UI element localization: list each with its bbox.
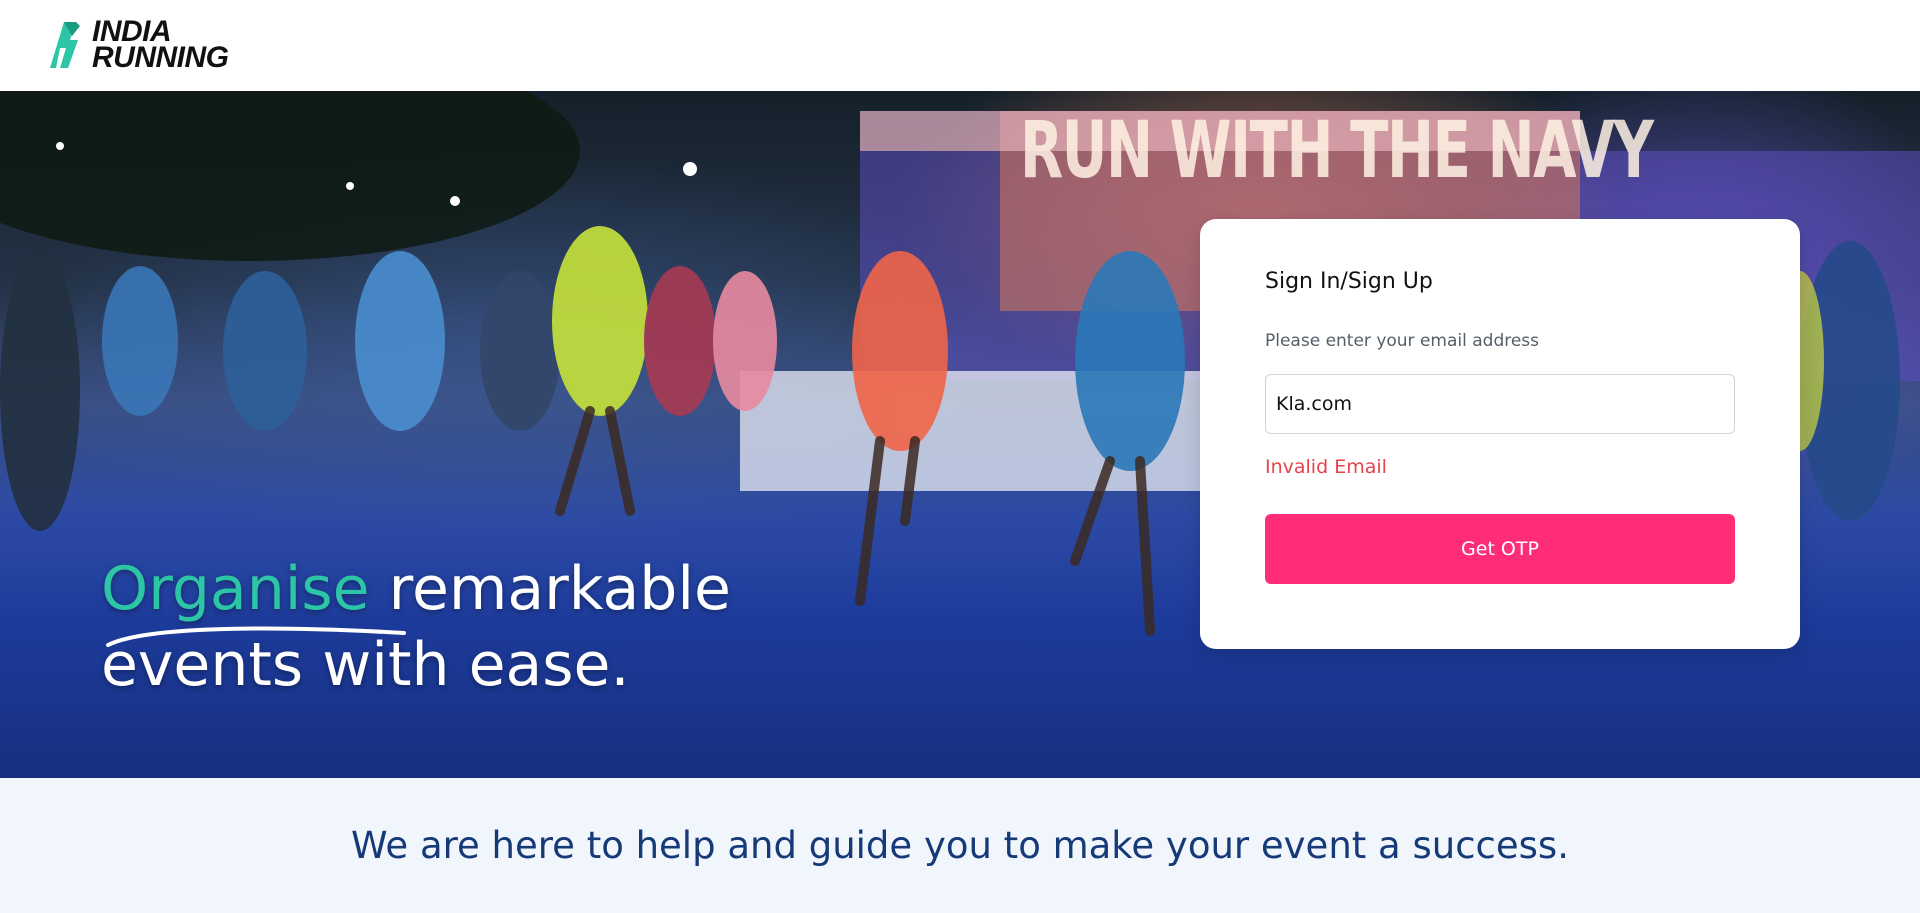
footer-tagline: We are here to help and guide you to mak… bbox=[351, 824, 1569, 867]
invalid-email-error: Invalid Email bbox=[1265, 456, 1387, 478]
get-otp-button[interactable]: Get OTP bbox=[1265, 514, 1735, 584]
hero-section: RUN WITH THE NAVY Organise remarkable ev… bbox=[0, 91, 1920, 778]
email-input[interactable] bbox=[1265, 374, 1735, 434]
signin-card: Sign In/Sign Up Please enter your email … bbox=[1200, 219, 1800, 649]
logo-line-running: RUNNING bbox=[92, 41, 229, 74]
logo-mark-icon bbox=[50, 22, 80, 68]
heading-underline-swoosh bbox=[106, 626, 406, 647]
india-running-logo[interactable]: INDIA RUNNING bbox=[46, 17, 229, 74]
top-header: INDIA RUNNING bbox=[0, 0, 1920, 91]
hero-heading-rest: remarkable bbox=[388, 554, 731, 624]
email-prompt-label: Please enter your email address bbox=[1265, 331, 1540, 351]
logo-wordmark: INDIA RUNNING bbox=[92, 17, 229, 74]
signin-title: Sign In/Sign Up bbox=[1265, 269, 1433, 294]
event-banner-text: RUN WITH THE NAVY bbox=[1020, 106, 1654, 196]
footer-band: We are here to help and guide you to mak… bbox=[0, 778, 1920, 913]
hero-heading-line1: Organise remarkable bbox=[101, 551, 731, 627]
hero-heading-accent: Organise bbox=[101, 554, 370, 624]
